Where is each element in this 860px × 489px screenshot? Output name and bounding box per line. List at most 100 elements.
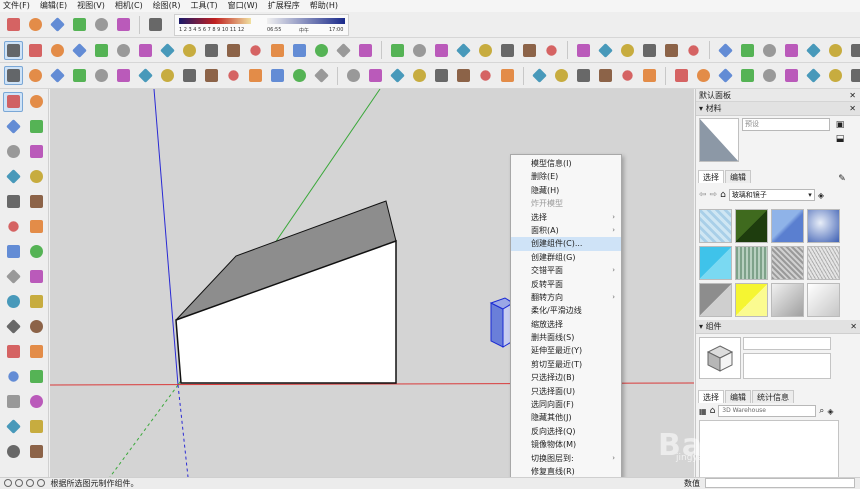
standard-view-icon-8[interactable]	[848, 66, 860, 85]
palette-tool-icon-22[interactable]	[3, 367, 23, 387]
context-menu-item[interactable]: 删除(E)	[511, 170, 621, 183]
style-icon-5[interactable]	[640, 66, 659, 85]
save-icon[interactable]	[48, 15, 67, 34]
standard-view-icon-7[interactable]	[826, 66, 845, 85]
swatch-green-glass[interactable]	[735, 209, 768, 243]
context-menu-item[interactable]: 反转平面	[511, 278, 621, 291]
material-name-input[interactable]: 预设	[742, 118, 830, 131]
context-menu-item[interactable]: 选同向面(F)	[511, 398, 621, 411]
new-file-icon[interactable]	[4, 15, 23, 34]
menu-item-8[interactable]: 帮助(H)	[310, 0, 338, 12]
palette-tool-icon-3[interactable]	[26, 117, 46, 137]
draw-tool-icon-13[interactable]	[312, 41, 331, 60]
palette-tool-icon-14[interactable]	[3, 267, 23, 287]
edit-tool-icon-5[interactable]	[136, 66, 155, 85]
palette-tool-icon-25[interactable]	[26, 392, 46, 412]
tab-materials-select[interactable]: 选择	[698, 170, 724, 183]
context-menu-item[interactable]: 反向选择(Q)	[511, 425, 621, 438]
warehouse-icon[interactable]	[114, 15, 133, 34]
components-panel-header[interactable]: ▾ 组件 ✕	[696, 320, 860, 334]
camera-tool-icon-5[interactable]	[454, 66, 473, 85]
measure-tool-icon-5[interactable]	[684, 41, 703, 60]
style-icon-3[interactable]	[596, 66, 615, 85]
edit-tool-icon-12[interactable]	[290, 66, 309, 85]
view-icon-3[interactable]	[782, 41, 801, 60]
measurements-input[interactable]	[705, 478, 855, 488]
context-menu-item[interactable]: 模型信息(I)	[511, 157, 621, 170]
measure-tool-icon-2[interactable]	[618, 41, 637, 60]
select-arrow-icon[interactable]	[4, 66, 23, 85]
swatch-glass-pattern[interactable]	[699, 209, 732, 243]
camera-tool-icon-7[interactable]	[498, 66, 517, 85]
details-icon[interactable]: ◈	[818, 191, 824, 200]
style-icon-1[interactable]	[552, 66, 571, 85]
context-menu-item[interactable]: 隐藏(H)	[511, 184, 621, 197]
measure-tool-icon-1[interactable]	[596, 41, 615, 60]
user-icon[interactable]	[26, 479, 34, 487]
edit-tool-icon-13[interactable]	[312, 66, 331, 85]
edit-tool-icon-0[interactable]	[26, 66, 45, 85]
context-menu-item[interactable]: 交错平面 ›	[511, 264, 621, 277]
swatch-striped-glass[interactable]	[735, 246, 768, 280]
context-menu-item[interactable]: 柔化/平滑边线	[511, 304, 621, 317]
menu-item-0[interactable]: 文件(F)	[3, 0, 30, 12]
palette-tool-icon-1[interactable]	[26, 92, 46, 112]
tab-components-edit[interactable]: 编辑	[725, 390, 751, 403]
cloud-upload-icon[interactable]	[70, 15, 89, 34]
paint-bucket-icon[interactable]: ⬓	[834, 133, 846, 145]
components-close-icon[interactable]: ✕	[850, 320, 857, 334]
edit-tool-icon-10[interactable]	[246, 66, 265, 85]
view-icon-0[interactable]	[716, 41, 735, 60]
modify-tool-icon-3[interactable]	[454, 41, 473, 60]
draw-tool-icon-8[interactable]	[202, 41, 221, 60]
modify-tool-icon-1[interactable]	[410, 41, 429, 60]
tab-components-select[interactable]: 选择	[698, 390, 724, 403]
draw-tool-icon-14[interactable]	[334, 41, 353, 60]
component-description-field[interactable]	[743, 353, 831, 379]
component-search-input[interactable]: 3D Warehouse	[718, 405, 817, 417]
draw-tool-icon-11[interactable]	[268, 41, 287, 60]
palette-tool-icon-27[interactable]	[26, 417, 46, 437]
shadow-toggle-icon[interactable]	[146, 15, 165, 34]
context-menu-item[interactable]: 镜像物体(M)	[511, 438, 621, 451]
swatch-silver-mirror[interactable]	[771, 283, 804, 317]
palette-tool-icon-24[interactable]	[3, 392, 23, 412]
palette-tool-icon-4[interactable]	[3, 142, 23, 162]
draw-tool-icon-12[interactable]	[290, 41, 309, 60]
palette-tool-icon-8[interactable]	[3, 192, 23, 212]
standard-view-icon-5[interactable]	[782, 66, 801, 85]
context-menu-item[interactable]: 选择 ›	[511, 211, 621, 224]
draw-tool-icon-1[interactable]	[48, 41, 67, 60]
palette-tool-icon-6[interactable]	[3, 167, 23, 187]
standard-view-icon-6[interactable]	[804, 66, 823, 85]
edit-tool-icon-11[interactable]	[268, 66, 287, 85]
swatch-gray-glass[interactable]	[699, 283, 732, 317]
tab-components-stats[interactable]: 统计信息	[752, 390, 794, 403]
context-menu-item[interactable]: 面积(A) ›	[511, 224, 621, 237]
modify-tool-icon-2[interactable]	[432, 41, 451, 60]
modify-tool-icon-0[interactable]	[388, 41, 407, 60]
swatch-sky-glass[interactable]	[807, 209, 840, 243]
edit-tool-icon-8[interactable]	[202, 66, 221, 85]
palette-tool-icon-19[interactable]	[26, 317, 46, 337]
standard-view-icon-1[interactable]	[694, 66, 713, 85]
context-menu-item[interactable]: 缩放选择	[511, 318, 621, 331]
standard-view-icon-4[interactable]	[760, 66, 779, 85]
back-arrow-icon[interactable]: ⇦	[699, 190, 707, 200]
standard-view-icon-3[interactable]	[738, 66, 757, 85]
palette-tool-icon-15[interactable]	[26, 267, 46, 287]
measure-tool-icon-4[interactable]	[662, 41, 681, 60]
edit-tool-icon-1[interactable]	[48, 66, 67, 85]
draw-tool-icon-2[interactable]	[70, 41, 89, 60]
draw-tool-icon-3[interactable]	[92, 41, 111, 60]
swatch-noise-glass[interactable]	[807, 246, 840, 280]
measure-tool-icon-3[interactable]	[640, 41, 659, 60]
eyedropper-icon[interactable]: ✎	[836, 173, 848, 185]
palette-tool-icon-13[interactable]	[26, 242, 46, 262]
draw-tool-icon-0[interactable]	[26, 41, 45, 60]
palette-tool-icon-11[interactable]	[26, 217, 46, 237]
swatch-blue-glass[interactable]	[771, 209, 804, 243]
modify-tool-icon-6[interactable]	[520, 41, 539, 60]
context-menu-item[interactable]: 删共面线(S)	[511, 331, 621, 344]
swatch-yellow-glass[interactable]	[735, 283, 768, 317]
